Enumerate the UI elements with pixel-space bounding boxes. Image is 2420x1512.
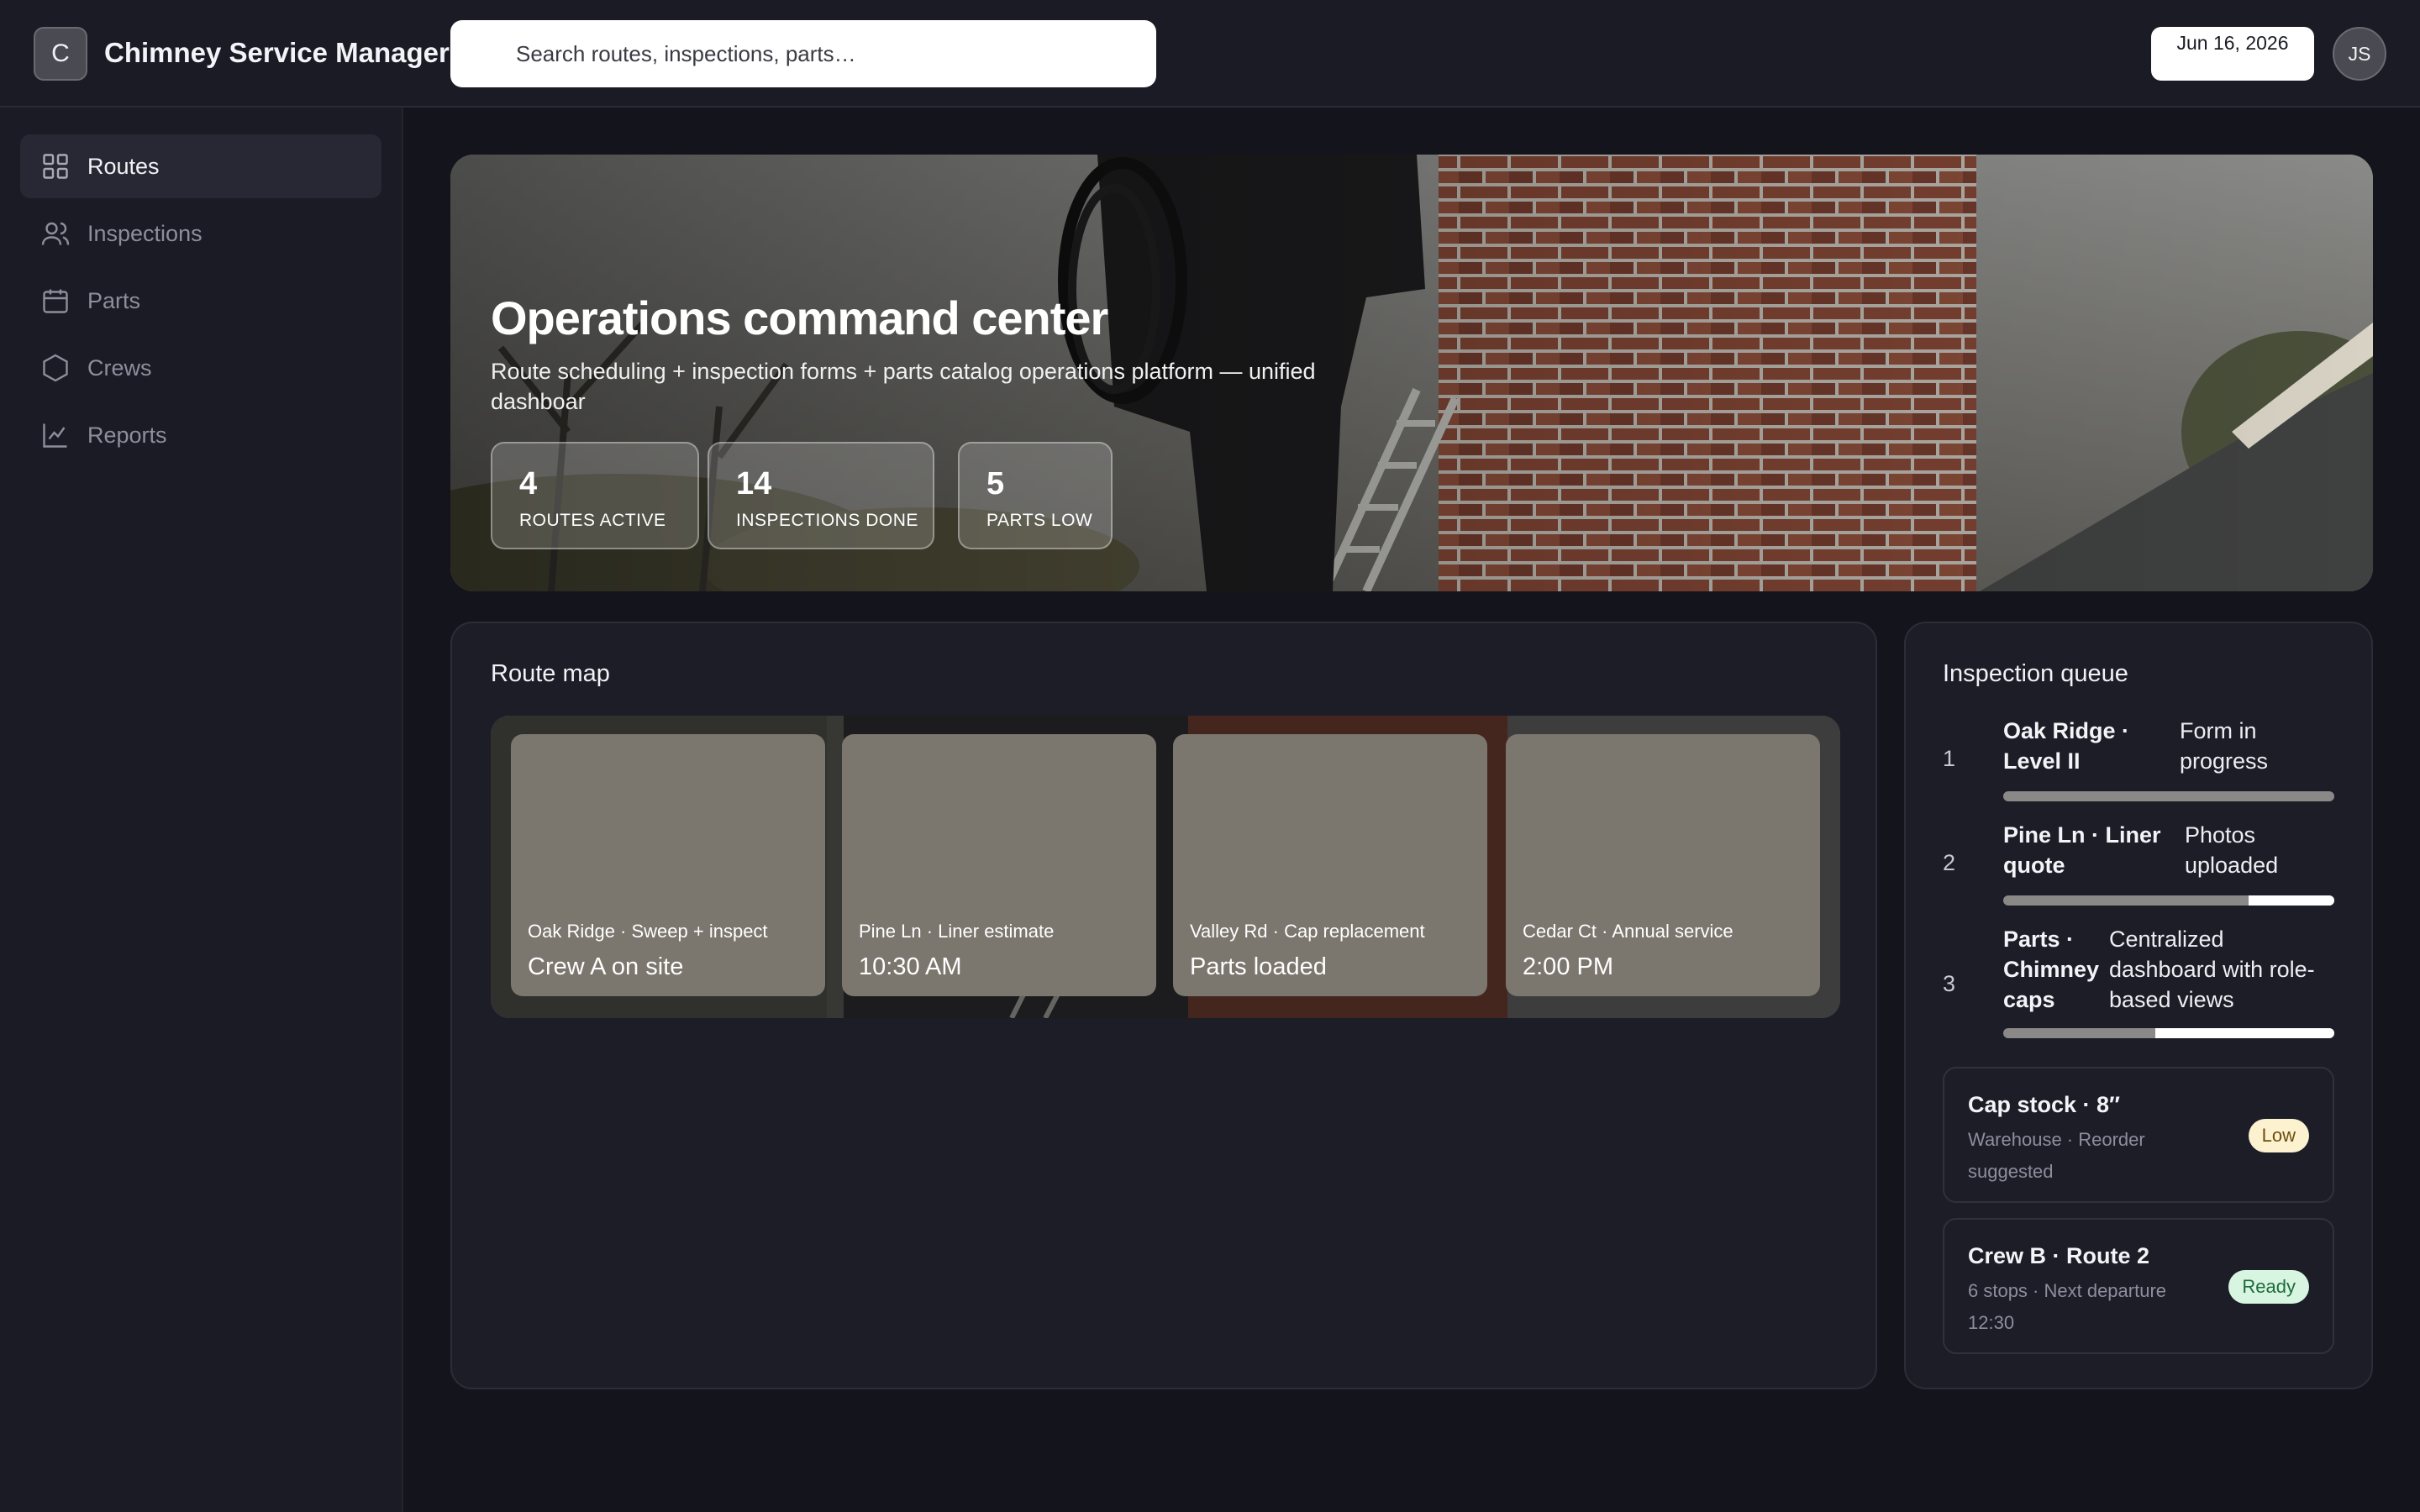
status-badge: Low <box>2248 1119 2309 1152</box>
card-subtitle: 6 stops · Next departure 12:30 <box>1968 1280 2167 1333</box>
top-bar: C Chimney Service Manager Jun 16, 2026 J… <box>0 0 2420 108</box>
route-map-panel: Route map Oak Ridge · Sweep + inspect Cr… <box>450 622 1877 1389</box>
route-map-strip: Oak Ridge · Sweep + inspect Crew A on si… <box>491 716 1840 1018</box>
stat-value: 5 <box>986 466 1005 501</box>
route-status: 2:00 PM <box>1523 953 1613 980</box>
route-status: Crew A on site <box>528 953 684 980</box>
sidebar-item-routes[interactable]: Routes <box>20 134 381 198</box>
queue-item-progress-bar <box>2003 895 2334 906</box>
queue-item-title[interactable]: Pine Ln · Liner quote <box>2003 820 2171 880</box>
queue-item-title[interactable]: Parts · Chimney caps <box>2003 924 2107 1015</box>
sidebar-item-crews[interactable]: Crews <box>20 336 381 400</box>
queue-item-number: 3 <box>1943 971 1956 996</box>
queue-item-progress-bar <box>2003 791 2334 801</box>
queue-item-number: 2 <box>1943 850 1956 875</box>
route-status: 10:30 AM <box>859 953 962 980</box>
route-meta: Pine Ln · Liner estimate <box>859 921 1055 942</box>
progress-fill <box>2155 1028 2334 1038</box>
sidebar-item-reports[interactable]: Reports <box>20 403 381 467</box>
route-meta: Cedar Ct · Annual service <box>1523 921 1733 942</box>
users-icon <box>41 222 70 245</box>
stat-label: ROUTES ACTIVE <box>519 511 666 530</box>
inspection-queue-title: Inspection queue <box>1943 660 2128 687</box>
calendar-icon <box>43 289 68 313</box>
stat-value: 14 <box>736 466 772 501</box>
sidebar-item-label: Inspections <box>87 220 203 246</box>
route-map-title: Route map <box>491 660 610 687</box>
queue-item-progress-bar <box>2003 1028 2334 1038</box>
queue-item-status: Centralized dashboard with role-based vi… <box>2109 927 2315 1012</box>
queue-item-number: 1 <box>1943 746 1956 771</box>
route-card-pine-ln[interactable]: Pine Ln · Liner estimate 10:30 AM <box>842 734 1156 996</box>
app-logo[interactable]: C <box>34 27 87 81</box>
route-card-oak-ridge[interactable]: Oak Ridge · Sweep + inspect Crew A on si… <box>511 734 825 996</box>
sidebar-item-label: Reports <box>87 422 167 448</box>
inspection-queue-panel: Inspection queue 1 Oak Ridge · Level II … <box>1904 622 2373 1389</box>
stat-card-routes-active[interactable]: 4 ROUTES ACTIVE <box>491 442 699 549</box>
card-title: Crew B · Route 2 <box>1968 1243 2150 1268</box>
stat-card-parts-low[interactable]: 5 PARTS LOW <box>958 442 1113 549</box>
progress-fill <box>2248 895 2334 906</box>
stat-value: 4 <box>519 466 538 501</box>
route-status: Parts loaded <box>1190 953 1327 980</box>
card-title: Cap stock · 8″ <box>1968 1092 2120 1117</box>
route-card-valley-rd[interactable]: Valley Rd · Cap replacement Parts loaded <box>1173 734 1487 996</box>
stat-label: INSPECTIONS DONE <box>736 511 918 530</box>
crew-route-card[interactable]: Crew B · Route 2 6 stops · Next departur… <box>1943 1218 2334 1354</box>
sidebar: Routes Inspections Parts Crews Reports <box>0 108 403 1512</box>
app-title: Chimney Service Manager <box>104 37 450 68</box>
queue-item-title[interactable]: Oak Ridge · Level II <box>2003 716 2183 776</box>
cap-stock-card[interactable]: Cap stock · 8″ Warehouse · Reorder sugge… <box>1943 1067 2334 1203</box>
sidebar-item-parts[interactable]: Parts <box>20 269 381 333</box>
route-meta: Oak Ridge · Sweep + inspect <box>528 921 768 942</box>
hero-subtitle: Route scheduling + inspection forms + pa… <box>491 359 1316 414</box>
date-picker-button[interactable]: Jun 16, 2026 <box>2151 27 2314 81</box>
hero-banner: Operations command center Route scheduli… <box>450 155 2373 591</box>
queue-item-status: Form in progress <box>2180 718 2269 774</box>
stat-card-inspections-done[interactable]: 14 INSPECTIONS DONE <box>708 442 934 549</box>
queue-item-status: Photos uploaded <box>2185 822 2279 878</box>
status-badge: Ready <box>2228 1270 2309 1304</box>
hero-title: Operations command center <box>491 291 1108 344</box>
hexagon-icon <box>43 354 68 382</box>
chart-line-icon <box>43 423 67 448</box>
sidebar-item-label: Parts <box>87 287 141 313</box>
user-avatar[interactable]: JS <box>2333 27 2386 81</box>
sidebar-item-label: Routes <box>87 153 160 179</box>
search-input[interactable] <box>450 20 1156 87</box>
route-card-cedar-ct[interactable]: Cedar Ct · Annual service 2:00 PM <box>1506 734 1820 996</box>
stat-label: PARTS LOW <box>986 511 1093 530</box>
grid-icon <box>43 154 68 179</box>
route-meta: Valley Rd · Cap replacement <box>1190 921 1425 942</box>
sidebar-item-label: Crews <box>87 354 152 381</box>
card-subtitle: Warehouse · Reorder suggested <box>1968 1129 2145 1182</box>
sidebar-item-inspections[interactable]: Inspections <box>20 202 381 265</box>
